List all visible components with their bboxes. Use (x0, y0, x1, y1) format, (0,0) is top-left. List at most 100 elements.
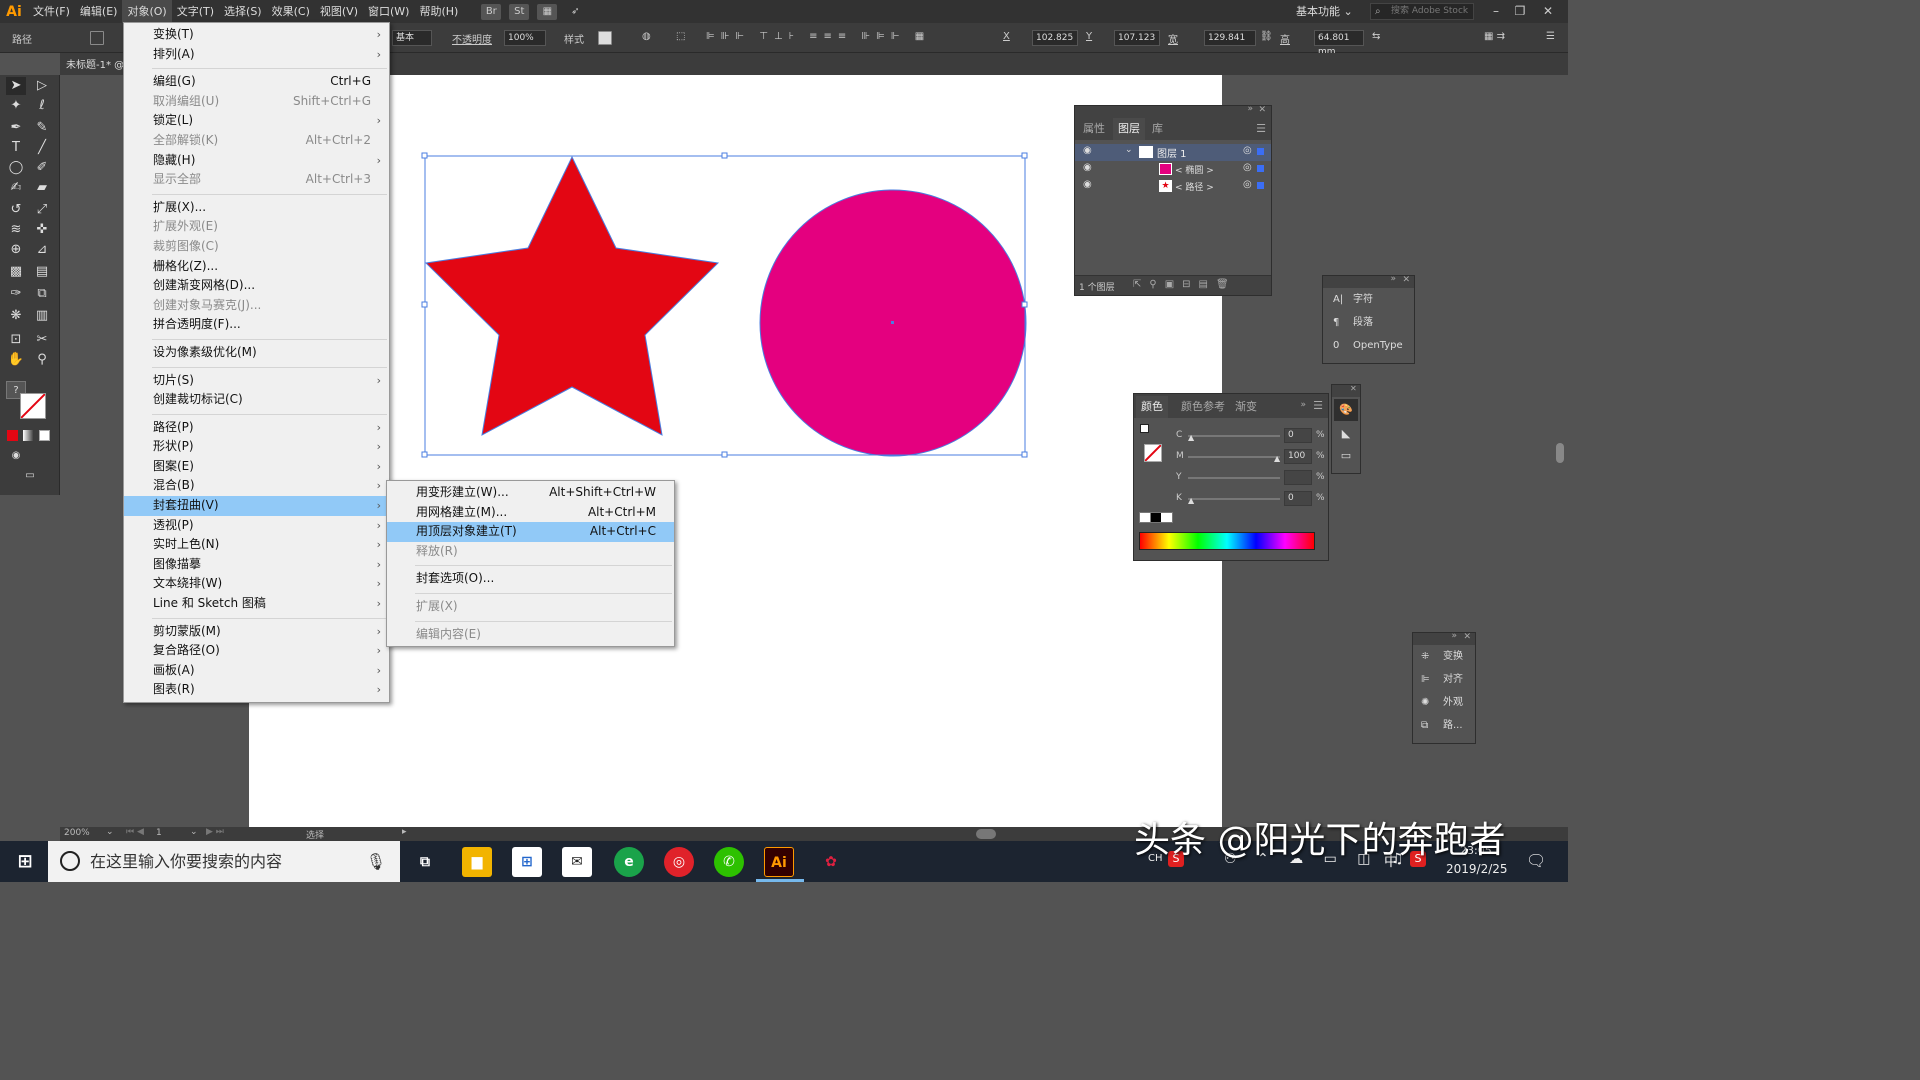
close-panel-icon[interactable]: ✕ (1350, 384, 1357, 393)
menu-item[interactable]: 栅格化(Z)... (124, 257, 389, 277)
menu-item[interactable]: 变换(T) › (124, 25, 389, 45)
netease-music-icon[interactable]: ◎ (664, 847, 694, 877)
target-icon[interactable]: ◎ (1243, 179, 1252, 190)
curvature-tool-icon[interactable]: ✎ (32, 119, 52, 137)
collapse-icon[interactable]: » (1300, 400, 1306, 410)
windows-start-icon[interactable]: ⊞ (10, 847, 40, 877)
close-panel-icon[interactable]: ✕ (1402, 275, 1410, 285)
sublayer-name[interactable]: < 路径 > (1175, 180, 1214, 193)
wechat-icon[interactable]: ✆ (714, 847, 744, 877)
menu-item[interactable]: 画板(A) › (124, 661, 389, 681)
menu-item[interactable]: 隐藏(H) › (124, 151, 389, 171)
sublayer-row[interactable]: ◉ ★ < 路径 > ◎ (1075, 178, 1271, 195)
perspective-grid-tool-icon[interactable]: ⊿ (32, 241, 52, 259)
rotate-tool-icon[interactable]: ↺ (6, 201, 26, 219)
pathfinder-item[interactable]: ⧉ 路... (1413, 714, 1475, 737)
menu-item[interactable]: 路径(P) › (124, 418, 389, 438)
draw-mode-icon[interactable]: ◉ (6, 447, 26, 465)
channel-slider[interactable]: ▲ (1188, 496, 1280, 505)
menu-item[interactable]: Line 和 Sketch 图稿 › (124, 594, 389, 614)
menu-item[interactable]: 图表(R) › (124, 680, 389, 700)
menu-item[interactable]: 封套扭曲(V) › (124, 496, 389, 516)
eye-icon[interactable]: ◉ (1083, 179, 1092, 190)
screen-mode-icon[interactable]: ▭ (20, 467, 40, 485)
eyedropper-tool-icon[interactable]: ✑ (6, 285, 26, 303)
menu-item[interactable]: 剪切蒙版(M) › (124, 622, 389, 642)
type-tool-icon[interactable]: T (6, 139, 26, 157)
channel-value-input[interactable]: 0 (1284, 491, 1312, 506)
lasso-tool-icon[interactable]: ℓ (32, 97, 52, 115)
selection-indicator[interactable] (1257, 165, 1264, 172)
gradient-dock-icon[interactable]: ▭ (1332, 445, 1360, 467)
notification-icon[interactable]: 🗨 (1526, 851, 1546, 870)
selection-indicator[interactable] (1257, 148, 1264, 155)
menu-item[interactable]: 创建渐变网格(D)... (124, 276, 389, 296)
tab-color-guide[interactable]: 颜色参考 (1176, 396, 1230, 418)
slider-thumb-icon[interactable]: ▲ (1188, 433, 1194, 442)
gradient-tool-icon[interactable]: ▤ (32, 263, 52, 281)
menu-item[interactable]: 排列(A) › (124, 45, 389, 65)
star-shape[interactable] (424, 155, 720, 436)
channel-value-input[interactable]: 100 (1284, 449, 1312, 464)
sublayer-name[interactable]: < 椭圆 > (1175, 163, 1214, 176)
menu-item[interactable]: 文本绕排(W) › (124, 574, 389, 594)
menu-item[interactable]: 编组(G) Ctrl+G (124, 72, 389, 92)
tab-color[interactable]: 颜色 (1136, 396, 1168, 418)
opentype-item[interactable]: 0 OpenType (1323, 334, 1414, 357)
pen-tool-icon[interactable]: ✒ (6, 119, 26, 137)
menu-item[interactable]: 扩展(X)... (124, 198, 389, 218)
selection-indicator[interactable] (1257, 182, 1264, 189)
artboard-tool-icon[interactable]: ⊡ (6, 331, 26, 349)
selection-tool-icon[interactable]: ➤ (6, 77, 26, 95)
menu-item[interactable]: 用顶层对象建立(T) Alt+Ctrl+C (387, 522, 674, 542)
artboard-number[interactable]: 1 (156, 828, 162, 838)
artboard-nav-prev-icons[interactable]: ⏮ ◀ (126, 827, 144, 837)
taskbar-search-input[interactable]: 在这里输入你要搜索的内容 🎙 (48, 841, 400, 882)
target-icon[interactable]: ◎ (1243, 145, 1252, 156)
tab-layers[interactable]: 图层 (1113, 118, 1145, 140)
eraser-tool-icon[interactable]: ▰ (32, 179, 52, 197)
fill-stroke-swatch[interactable] (20, 393, 46, 419)
menu-item[interactable]: 图案(E) › (124, 457, 389, 477)
browser-icon[interactable]: e (614, 847, 644, 877)
menu-item[interactable]: 创建裁切标记(C) (124, 390, 389, 410)
menu-item[interactable]: 用变形建立(W)... Alt+Shift+Ctrl+W (387, 483, 674, 503)
menu-item[interactable]: 用网格建立(M)... Alt+Ctrl+M (387, 503, 674, 523)
panel-menu-icon[interactable]: ☰ (1313, 399, 1323, 412)
graph-tool-icon[interactable]: ▥ (32, 307, 52, 325)
scale-tool-icon[interactable]: ⤢ (32, 201, 52, 219)
tab-gradient[interactable]: 渐变 (1230, 396, 1262, 418)
eye-icon[interactable]: ◉ (1083, 145, 1092, 156)
puppet-warp-tool-icon[interactable]: ✜ (32, 221, 52, 239)
zoom-level[interactable]: 200% (64, 828, 90, 838)
store-icon[interactable]: ⊞ (512, 847, 542, 877)
color-mode-icon[interactable] (7, 430, 18, 441)
swatch-strip[interactable] (1139, 512, 1173, 523)
color-guide-dock-icon[interactable]: ◣ (1332, 423, 1360, 445)
layer-row[interactable]: ◉ ⌄ 图层 1 ◎ (1075, 144, 1271, 161)
mail-icon[interactable]: ✉ (562, 847, 592, 877)
align-item[interactable]: ⊫ 对齐 (1413, 668, 1475, 691)
clock-date[interactable]: 2019/2/25 (1446, 862, 1508, 876)
character-item[interactable]: A| 字符 (1323, 288, 1414, 311)
color-spectrum[interactable] (1139, 532, 1315, 550)
collapse-icon[interactable]: » (1451, 631, 1457, 641)
slice-tool-icon[interactable]: ✂ (32, 331, 52, 349)
chevron-down-icon[interactable]: ⌄ (1125, 145, 1133, 155)
transform-item[interactable]: ⁜ 变换 (1413, 645, 1475, 668)
menu-item[interactable]: 切片(S) › (124, 371, 389, 391)
status-menu-arrow-icon[interactable]: ▸ (402, 827, 407, 837)
direct-selection-tool-icon[interactable]: ▷ (32, 77, 52, 95)
symbol-sprayer-tool-icon[interactable]: ❋ (6, 307, 26, 325)
default-colors-icon[interactable] (1140, 424, 1149, 433)
warp-tool-icon[interactable]: ≋ (6, 221, 26, 239)
menu-item[interactable]: 设为像素级优化(M) (124, 343, 389, 363)
target-icon[interactable]: ◎ (1243, 162, 1252, 173)
horizontal-scrollbar[interactable] (976, 829, 996, 839)
menu-item[interactable]: 实时上色(N) › (124, 535, 389, 555)
appearance-item[interactable]: ✺ 外观 (1413, 691, 1475, 714)
shaper-tool-icon[interactable]: ✍ (6, 179, 26, 197)
paragraph-item[interactable]: ¶ 段落 (1323, 311, 1414, 334)
eye-icon[interactable]: ◉ (1083, 162, 1092, 173)
menu-item[interactable]: 形状(P) › (124, 437, 389, 457)
